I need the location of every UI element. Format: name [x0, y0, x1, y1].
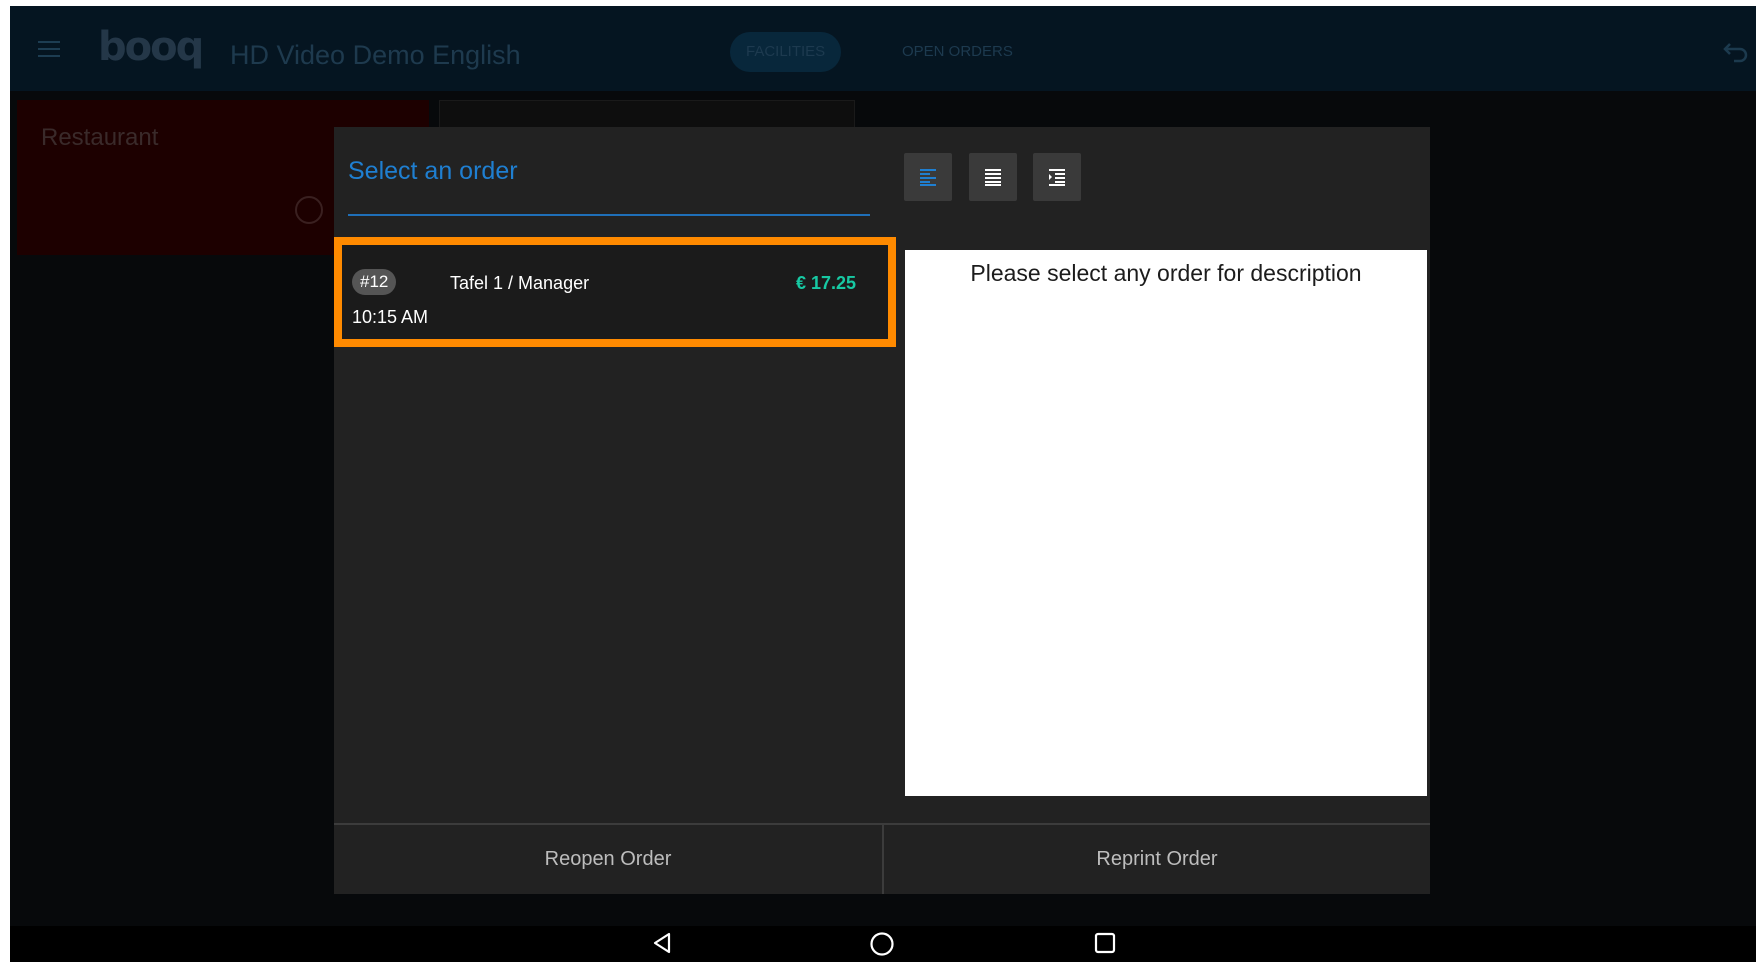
- device-screen: booq HD Video Demo English FACILITIES OP…: [10, 6, 1756, 962]
- order-table-name: Tafel 1 / Manager: [450, 273, 590, 293]
- back-triangle-icon[interactable]: [651, 931, 673, 955]
- reopen-order-button[interactable]: Reopen Order: [334, 825, 882, 894]
- indent-icon: [1049, 169, 1065, 186]
- recents-square-icon[interactable]: [1093, 931, 1117, 955]
- order-price: € 17.25: [795, 273, 856, 293]
- description-placeholder: Please select any order for description: [970, 260, 1362, 286]
- order-description-panel: Please select any order for description: [905, 250, 1427, 796]
- order-number-badge: #12: [352, 269, 397, 295]
- undo-icon[interactable]: [1722, 40, 1750, 64]
- tab-open-orders[interactable]: OPEN ORDERS: [886, 32, 1029, 72]
- booq-logo: booq: [98, 24, 204, 70]
- reprint-order-button[interactable]: Reprint Order: [884, 825, 1430, 894]
- menu-icon[interactable]: [38, 41, 60, 57]
- app-title: HD Video Demo English: [230, 40, 521, 70]
- dialog-title: Select an order: [348, 157, 518, 185]
- area-title: Restaurant: [41, 124, 159, 151]
- align-justify-button[interactable]: [969, 153, 1017, 201]
- align-left-button[interactable]: [904, 153, 952, 201]
- align-left-icon: [920, 169, 936, 186]
- home-circle-icon[interactable]: [869, 931, 895, 957]
- order-list-item[interactable]: #12 Tafel 1 / Manager € 17.25 10:15 AM: [334, 237, 896, 347]
- indent-button[interactable]: [1033, 153, 1081, 201]
- align-justify-icon: [985, 169, 1001, 186]
- title-underline: [348, 214, 870, 216]
- clock-icon: [295, 196, 323, 224]
- order-time: 10:15 AM: [352, 307, 429, 327]
- app-bar: booq HD Video Demo English FACILITIES OP…: [10, 6, 1756, 91]
- android-nav-bar: [10, 926, 1756, 962]
- tab-facilities[interactable]: FACILITIES: [730, 32, 842, 72]
- select-order-dialog: Select an order #12 Tafel 1 / Manager € …: [334, 127, 1430, 894]
